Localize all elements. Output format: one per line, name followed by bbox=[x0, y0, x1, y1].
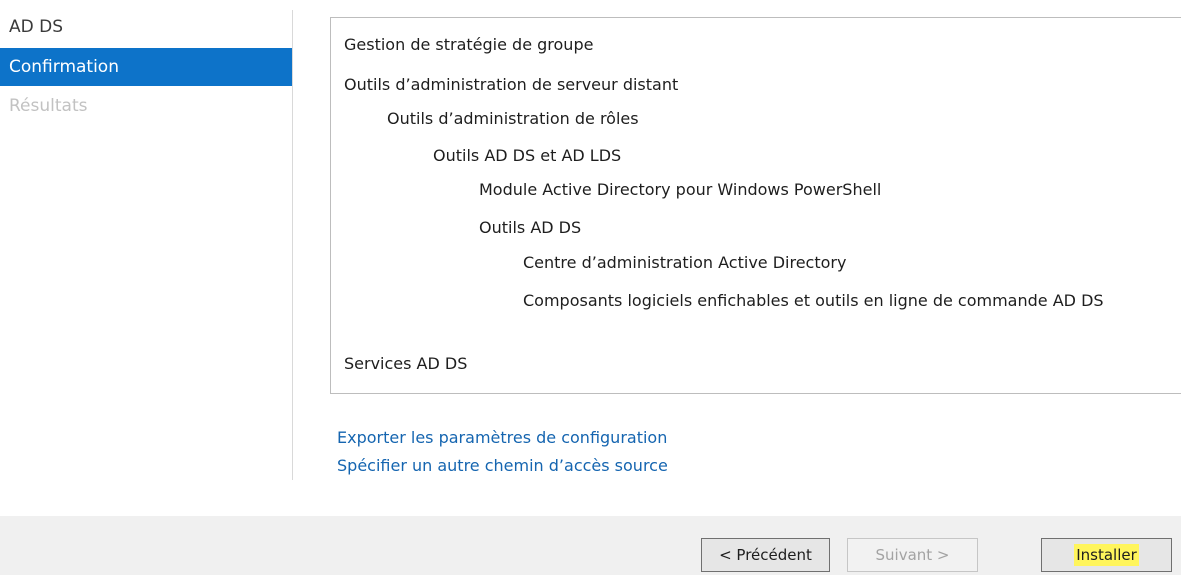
feature-item: Outils d’administration de serveur dista… bbox=[344, 75, 679, 94]
next-button: Suivant > bbox=[847, 538, 978, 572]
feature-item: Outils AD DS et AD LDS bbox=[433, 146, 622, 165]
wizard-steps-nav: AD DS Confirmation Résultats bbox=[0, 0, 292, 490]
specify-source-path-link[interactable]: Spécifier un autre chemin d’accès source bbox=[337, 455, 668, 477]
feature-item: Composants logiciels enfichables et outi… bbox=[523, 291, 1104, 310]
feature-item: Services AD DS bbox=[344, 354, 468, 373]
wizard-window: AD DS Confirmation Résultats Gestion de … bbox=[0, 0, 1181, 575]
nav-item-results: Résultats bbox=[9, 96, 88, 116]
install-button-label: Installer bbox=[1074, 544, 1139, 566]
nav-item-confirmation[interactable]: Confirmation bbox=[0, 48, 292, 86]
export-config-link[interactable]: Exporter les paramètres de configuration bbox=[337, 427, 667, 449]
install-button[interactable]: Installer bbox=[1041, 538, 1172, 572]
nav-divider bbox=[292, 10, 293, 480]
feature-item: Gestion de stratégie de groupe bbox=[344, 35, 594, 54]
nav-item-ad-ds[interactable]: AD DS bbox=[0, 12, 292, 42]
features-list-box: Gestion de stratégie de groupe Outils d’… bbox=[330, 17, 1181, 394]
feature-item: Outils d’administration de rôles bbox=[387, 109, 639, 128]
wizard-footer: < Précédent Suivant > Installer bbox=[0, 516, 1181, 575]
previous-button[interactable]: < Précédent bbox=[701, 538, 830, 572]
feature-item: Centre d’administration Active Directory bbox=[523, 253, 847, 272]
feature-item: Outils AD DS bbox=[479, 218, 582, 237]
feature-item: Module Active Directory pour Windows Pow… bbox=[479, 180, 882, 199]
